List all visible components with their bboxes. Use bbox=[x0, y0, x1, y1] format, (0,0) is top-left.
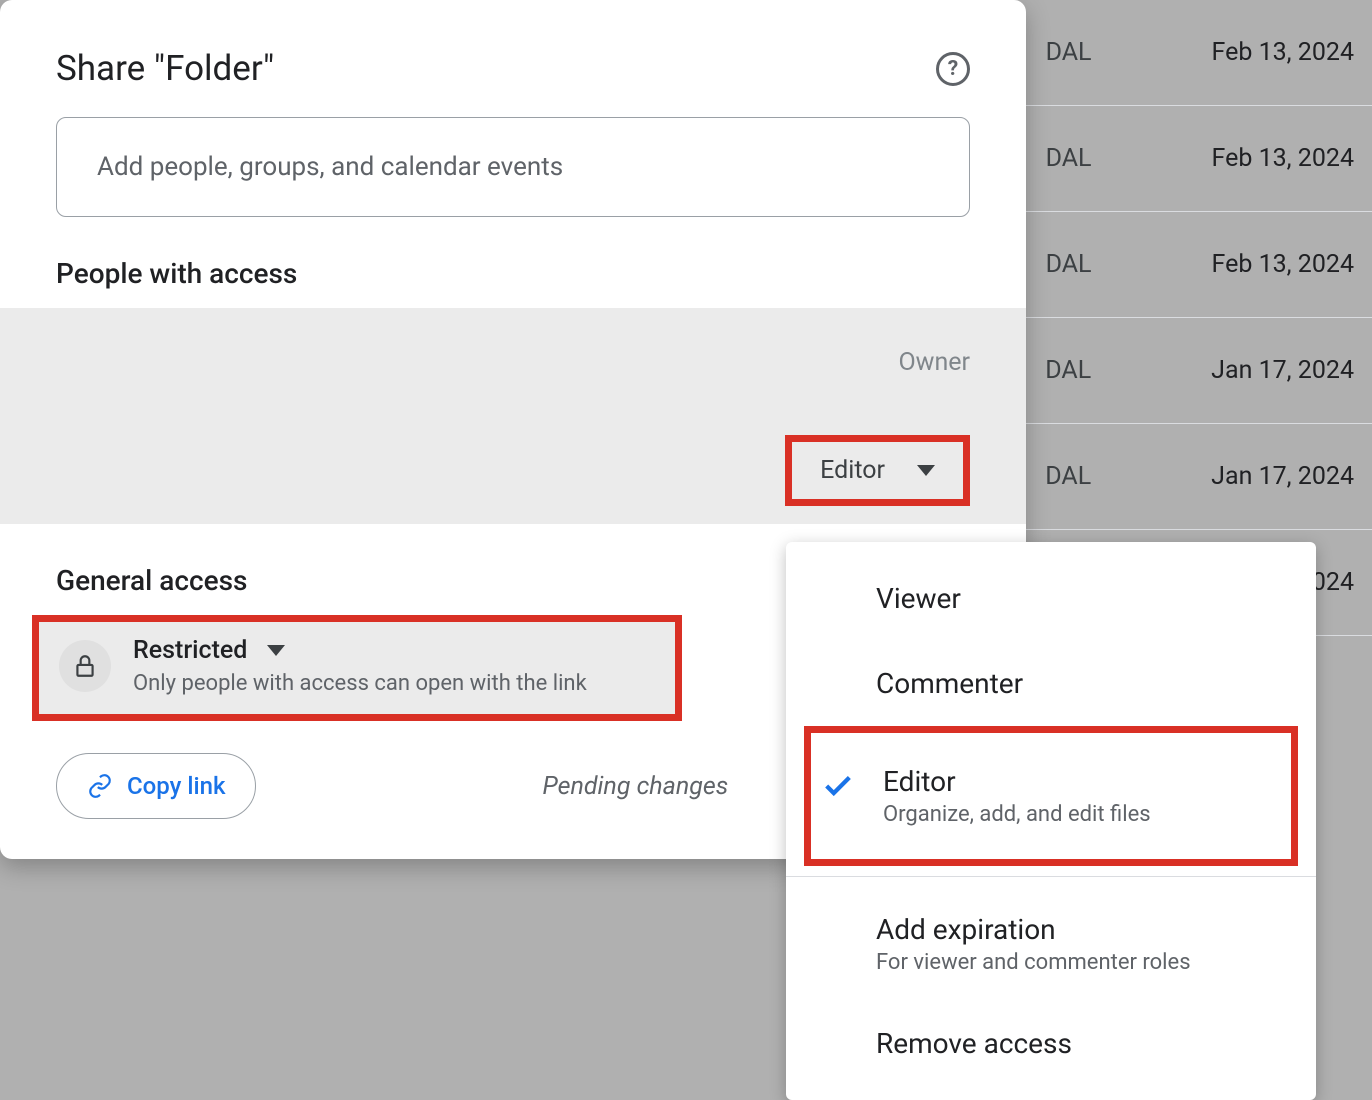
remove-access-option[interactable]: Remove access bbox=[786, 1001, 1316, 1086]
owner-role-label: Owner bbox=[898, 348, 970, 377]
file-date-cell: Feb 13, 2024 bbox=[1212, 250, 1354, 279]
restricted-label: Restricted bbox=[133, 636, 247, 665]
file-owner-cell: DAL bbox=[1046, 250, 1092, 279]
person-row-owner: Owner bbox=[0, 308, 1026, 416]
menu-option-description: For viewer and commenter roles bbox=[876, 950, 1280, 975]
role-dropdown[interactable]: Editor bbox=[785, 435, 970, 506]
dropdown-caret-icon bbox=[917, 465, 935, 476]
role-option-commenter[interactable]: Commenter bbox=[786, 641, 1316, 726]
menu-option-label: Add expiration bbox=[876, 913, 1280, 946]
role-option-label: Viewer bbox=[876, 582, 1280, 615]
pending-changes-text: Pending changes bbox=[542, 772, 728, 801]
people-with-access-heading: People with access bbox=[0, 217, 1026, 308]
help-button[interactable]: ? bbox=[936, 52, 970, 86]
input-placeholder: Add people, groups, and calendar events bbox=[97, 152, 563, 182]
role-option-label: Editor bbox=[883, 765, 1255, 798]
role-dropdown-label: Editor bbox=[820, 456, 885, 485]
file-date-cell: Jan 17, 2024 bbox=[1211, 356, 1354, 385]
file-date-cell: Jan 17, 2024 bbox=[1211, 462, 1354, 491]
person-row-editor: Editor bbox=[0, 416, 1026, 524]
role-dropdown-menu: Viewer Commenter Editor Organize, add, a… bbox=[786, 542, 1316, 1100]
file-date-cell: Feb 13, 2024 bbox=[1212, 38, 1354, 67]
annotation-highlight: Editor Organize, add, and edit files bbox=[804, 726, 1298, 866]
file-owner-cell: DAL bbox=[1045, 462, 1091, 491]
check-icon bbox=[821, 769, 855, 807]
file-owner-cell: DAL bbox=[1045, 356, 1091, 385]
file-owner-cell: DAL bbox=[1046, 144, 1092, 173]
role-option-description: Organize, add, and edit files bbox=[883, 802, 1255, 827]
menu-divider bbox=[786, 876, 1316, 877]
menu-option-label: Remove access bbox=[876, 1027, 1280, 1060]
copy-link-button[interactable]: Copy link bbox=[56, 753, 256, 819]
role-option-viewer[interactable]: Viewer bbox=[786, 556, 1316, 641]
copy-link-label: Copy link bbox=[127, 772, 225, 800]
add-expiration-option[interactable]: Add expiration For viewer and commenter … bbox=[786, 887, 1316, 1001]
role-option-label: Commenter bbox=[876, 667, 1280, 700]
lock-icon bbox=[59, 640, 111, 692]
file-owner-cell: DAL bbox=[1046, 38, 1092, 67]
dialog-title: Share "Folder" bbox=[56, 48, 274, 89]
restricted-description: Only people with access can open with th… bbox=[133, 671, 587, 696]
add-people-input[interactable]: Add people, groups, and calendar events bbox=[56, 117, 970, 217]
file-date-cell: Feb 13, 2024 bbox=[1212, 144, 1354, 173]
dropdown-caret-icon bbox=[267, 645, 285, 656]
role-option-editor[interactable]: Editor Organize, add, and edit files bbox=[811, 739, 1291, 853]
general-access-selector[interactable]: Restricted Only people with access can o… bbox=[32, 615, 682, 721]
link-icon bbox=[87, 773, 113, 799]
